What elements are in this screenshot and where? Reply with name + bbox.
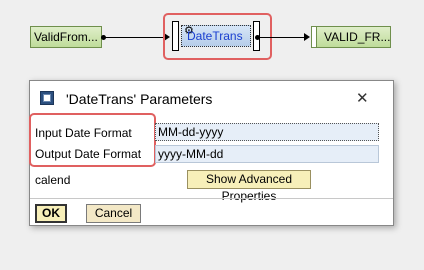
target-node[interactable]: VALID_FR... [311, 26, 391, 48]
dialog-title: 'DateTrans' Parameters [66, 91, 213, 107]
dialog-app-icon [40, 91, 54, 105]
connector-line [104, 37, 168, 38]
datetrans-node[interactable]: ⚙ DateTrans [172, 21, 260, 51]
show-advanced-properties-button[interactable]: Show Advanced Properties [187, 170, 311, 203]
calend-label: calend [35, 173, 71, 187]
input-format-field[interactable]: MM-dd-yyyy [155, 123, 379, 141]
dialog-titlebar: 'DateTrans' Parameters ✕ [30, 81, 393, 117]
parameters-dialog: 'DateTrans' Parameters ✕ Input Date Form… [29, 80, 394, 226]
connector-line-2 [258, 37, 306, 38]
target-node-edge [311, 26, 317, 48]
cancel-label: Cancel [94, 206, 133, 220]
close-icon[interactable]: ✕ [356, 89, 369, 107]
output-format-label: Output Date Format [35, 147, 142, 161]
source-node[interactable]: ValidFrom... [30, 26, 102, 48]
connector-arrow-2 [304, 33, 310, 41]
node-left-bracket [172, 21, 179, 51]
output-format-field[interactable]: yyyy-MM-dd [155, 145, 379, 163]
ok-label: OK [42, 206, 60, 220]
source-node-label: ValidFrom... [34, 30, 98, 44]
cancel-button[interactable]: Cancel [86, 204, 141, 223]
input-format-value: MM-dd-yyyy [158, 125, 224, 139]
output-format-value: yyyy-MM-dd [158, 147, 224, 161]
input-format-label: Input Date Format [35, 126, 132, 140]
ok-button[interactable]: OK [35, 204, 67, 223]
datetrans-node-label: DateTrans [187, 29, 243, 43]
dialog-divider [30, 198, 393, 199]
target-node-label: VALID_FR... [324, 30, 391, 44]
